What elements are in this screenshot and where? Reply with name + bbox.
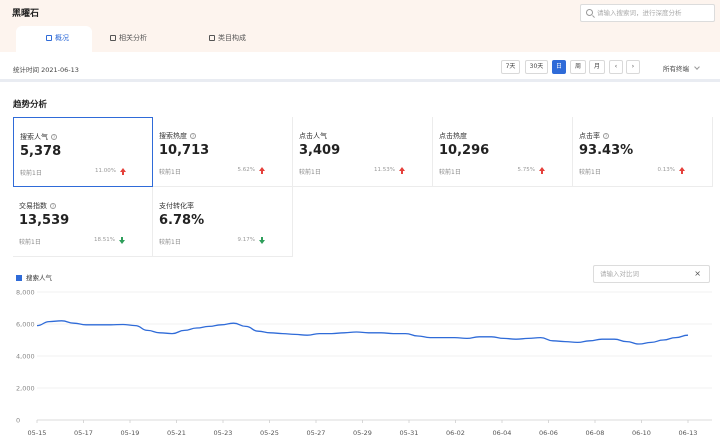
x-tick-label: 05-25: [260, 429, 279, 437]
x-tick-label: 05-31: [400, 429, 419, 437]
x-tick-label: 06-06: [539, 429, 558, 437]
y-tick-label: 8,000: [16, 289, 35, 297]
y-tick-label: 4,000: [16, 353, 35, 361]
x-tick-label: 05-15: [28, 429, 47, 437]
trend-chart: 0 2,000 4,000 6,000 8,000 05-15 05-17 05-19 05-2…: [16, 289, 712, 437]
x-tick-label: 05-29: [353, 429, 372, 437]
x-tick-label: 05-17: [74, 429, 93, 437]
x-tick-label: 05-19: [121, 429, 140, 437]
x-tick-label: 06-13: [679, 429, 698, 437]
x-tick-label: 05-27: [307, 429, 326, 437]
y-tick-label: 2,000: [16, 385, 35, 393]
x-tick-label: 05-23: [214, 429, 233, 437]
x-tick-label: 06-04: [493, 429, 512, 437]
x-tick-label: 05-21: [167, 429, 186, 437]
x-tick-label: 06-10: [632, 429, 651, 437]
y-tick-label: 0: [16, 417, 20, 425]
x-tick-label: 06-08: [586, 429, 605, 437]
y-tick-label: 6,000: [16, 321, 35, 329]
x-tick-label: 06-02: [446, 429, 465, 437]
